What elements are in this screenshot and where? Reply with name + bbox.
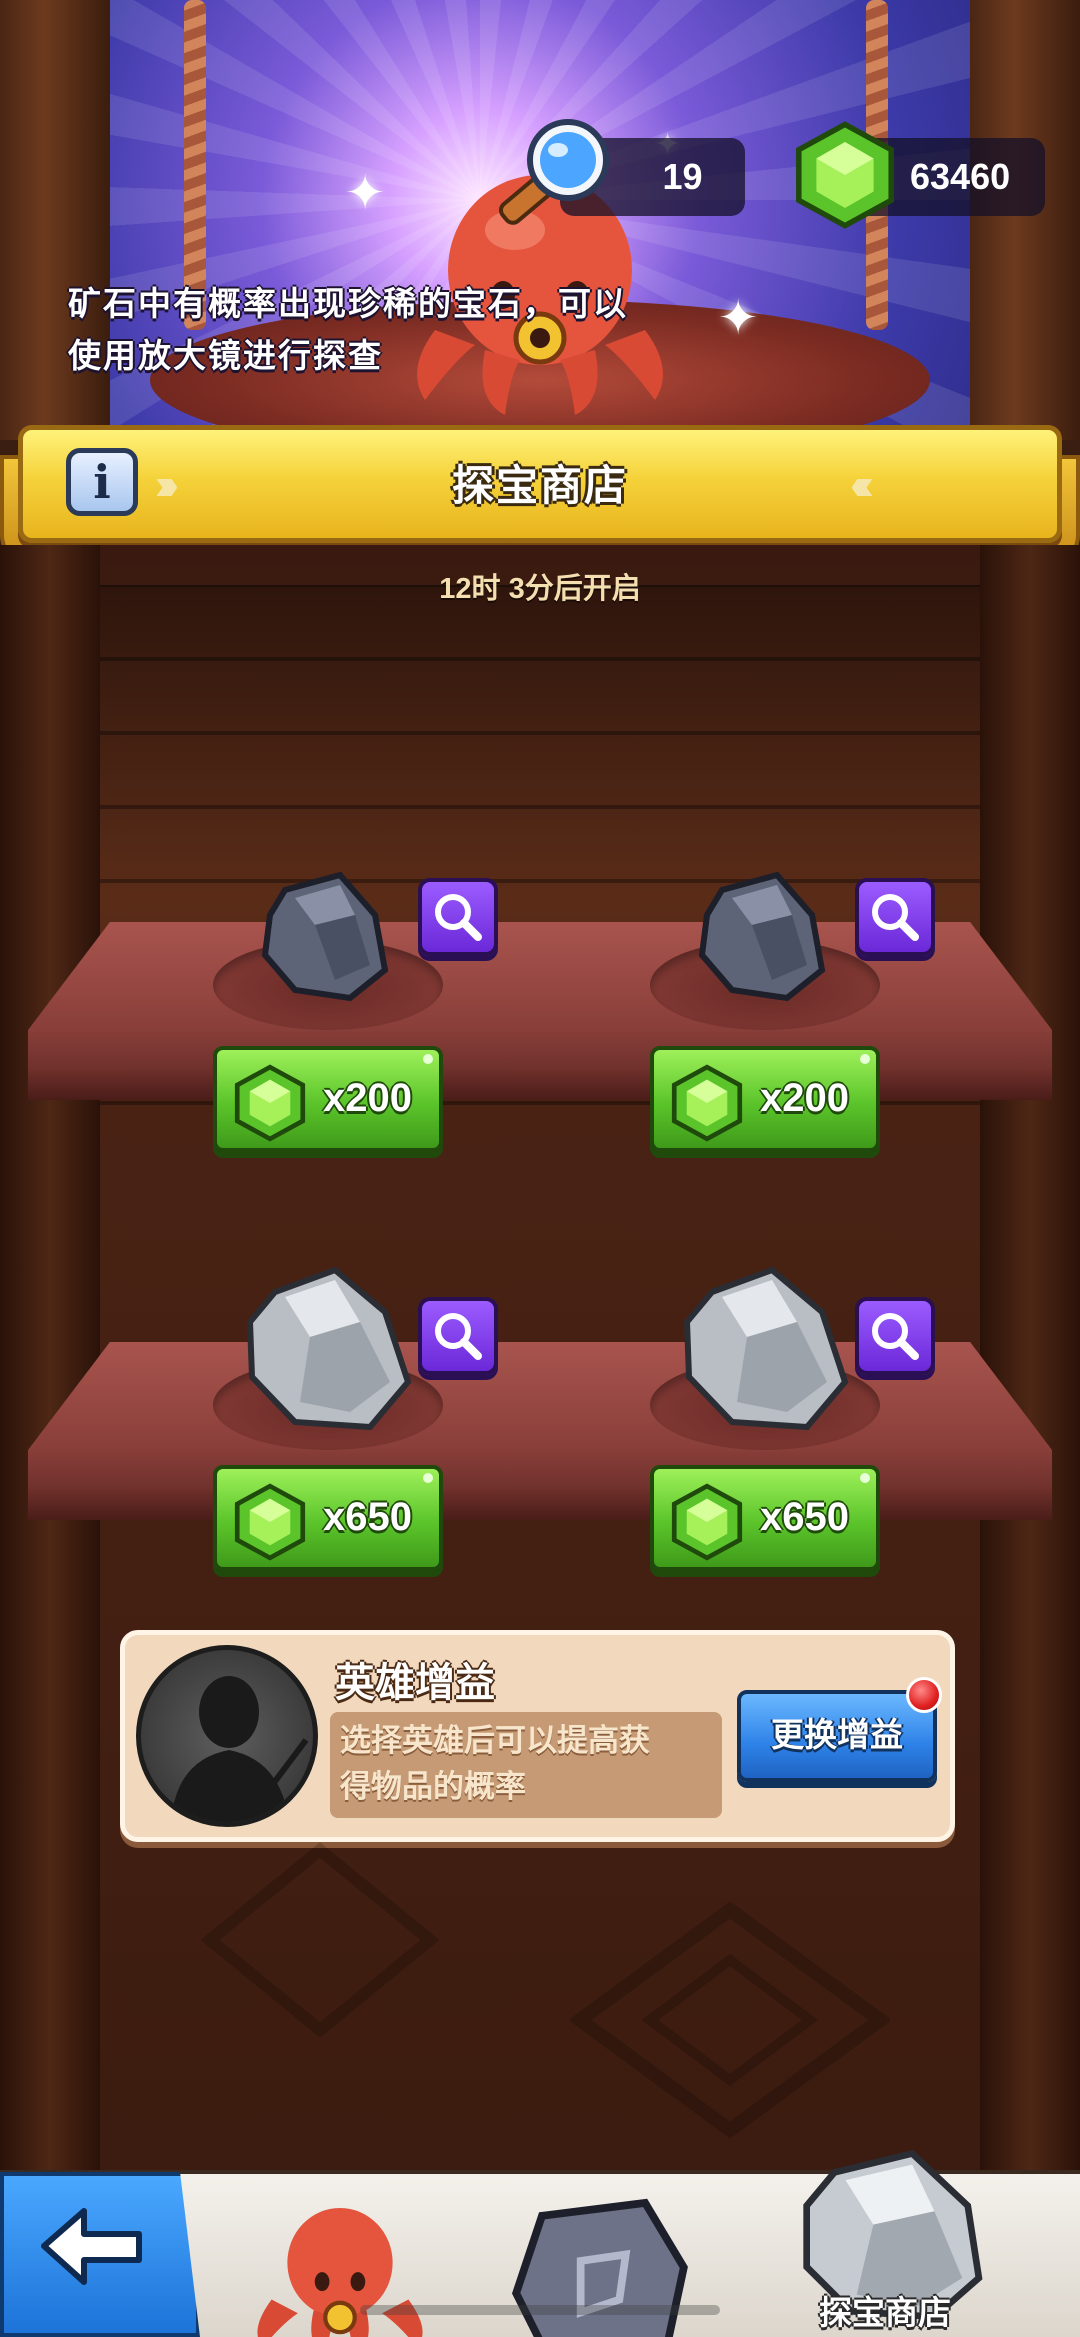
shelf-edge (28, 1070, 1052, 1100)
buy-button[interactable]: x200 (213, 1046, 443, 1152)
magnifier-icon (498, 119, 609, 225)
info-icon: i (93, 455, 111, 509)
gem-icon (234, 1483, 306, 1561)
sparkle-icon: ✦ (718, 292, 759, 345)
notification-dot (906, 1677, 942, 1713)
chevron-left-icon: ‹‹‹ (850, 460, 874, 509)
gem-icon (671, 1064, 743, 1142)
right-curtain (970, 0, 1080, 440)
back-button[interactable] (0, 2172, 200, 2337)
tab-treasure-shop-label[interactable]: 探宝商店 (780, 2286, 990, 2334)
gem-icon (796, 121, 894, 229)
price-label: x650 (760, 1495, 849, 1539)
magnifier-count: 19 (662, 156, 703, 197)
swap-boost-button[interactable]: 更换增益 (737, 1690, 937, 1782)
description-line: 得物品的概率 (340, 1769, 526, 1804)
shine-dot (860, 1054, 870, 1064)
description-line: 选择英雄后可以提高获 (340, 1723, 650, 1758)
arrow-left-icon (41, 2208, 142, 2285)
hint-text: 矿石中有概率出现珍稀的宝石，可以 使用放大镜进行探查 (68, 278, 688, 382)
shine-dot (423, 1473, 433, 1483)
info-button[interactable]: i (66, 448, 138, 516)
left-pillar (0, 545, 100, 2170)
hero-silhouette-icon (171, 1676, 309, 1822)
price-label: x200 (760, 1076, 849, 1120)
hint-line: 使用放大镜进行探查 (68, 337, 383, 374)
home-indicator (360, 2305, 720, 2315)
buy-button[interactable]: x650 (650, 1465, 880, 1571)
search-icon (435, 1313, 482, 1360)
grey-ore-icon[interactable] (677, 1262, 852, 1437)
floor-rune-decoration (570, 1901, 890, 2139)
buy-button[interactable]: x200 (650, 1046, 880, 1152)
inspect-button[interactable] (855, 1297, 935, 1375)
dark-ore-icon[interactable] (692, 870, 832, 1005)
chevron-right-icon: ››› (155, 460, 179, 509)
shine-dot (423, 1054, 433, 1064)
sparkle-icon: ✦ (345, 167, 386, 220)
search-icon (872, 1313, 919, 1360)
right-pillar (980, 545, 1080, 2170)
inspect-button[interactable] (418, 1297, 498, 1375)
hint-line: 矿石中有概率出现珍稀的宝石，可以 (68, 285, 628, 322)
buy-button[interactable]: x650 (213, 1465, 443, 1571)
search-icon (435, 894, 482, 941)
hero-boost-description: 选择英雄后可以提高获 得物品的概率 (330, 1712, 722, 1818)
price-label: x650 (323, 1495, 412, 1539)
gem-icon (234, 1064, 306, 1142)
page-title: 探宝商店 (451, 462, 628, 509)
refresh-timer: 12时 3分后开启 (439, 573, 641, 605)
hero-avatar[interactable] (136, 1645, 318, 1827)
hero-boost-title: 英雄增益 (335, 1661, 495, 1705)
dark-ore-icon[interactable] (255, 870, 395, 1005)
price-label: x200 (323, 1076, 412, 1120)
floor-rune-decoration (200, 1842, 440, 2038)
grey-ore-icon[interactable] (240, 1262, 415, 1437)
inspect-button[interactable] (855, 878, 935, 956)
search-icon (872, 894, 919, 941)
shine-dot (860, 1473, 870, 1483)
gem-icon (671, 1483, 743, 1561)
shelf-edge (28, 1490, 1052, 1520)
top-banner: ✦ ✦ ✦ 矿石中有概率出现珍稀的宝石，可以 使用放大镜进行探查 19 6346… (0, 0, 1080, 440)
inspect-button[interactable] (418, 878, 498, 956)
gem-count: 63460 (910, 156, 1011, 197)
